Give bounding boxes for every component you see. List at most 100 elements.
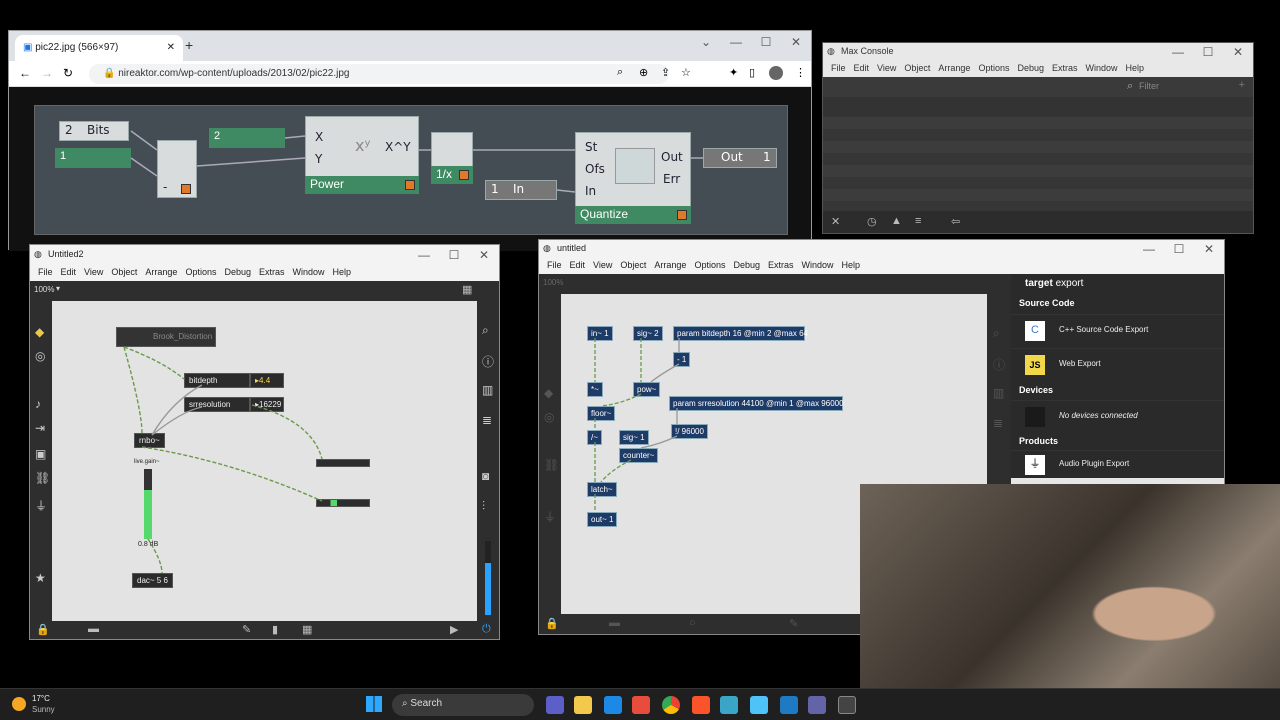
menu-options[interactable]: Options — [978, 63, 1009, 73]
menu-file[interactable]: File — [831, 63, 846, 73]
wrench-icon[interactable]: ✎ — [242, 623, 251, 636]
menu-debug[interactable]: Debug — [224, 267, 251, 277]
search-icon[interactable]: ⌕ — [617, 66, 623, 79]
notepad-icon[interactable] — [750, 696, 768, 714]
browser-tab[interactable]: ▣ pic22.jpg (566×97) ✕ — [15, 35, 183, 61]
present-icon[interactable]: ▬ — [88, 623, 99, 635]
warning-icon[interactable]: ▲ — [891, 215, 902, 227]
target-icon[interactable]: ◎ — [544, 410, 554, 424]
menu-extras[interactable]: Extras — [768, 260, 794, 270]
add-icon[interactable]: + — [1239, 79, 1245, 91]
new-tab-icon[interactable]: + — [185, 37, 193, 53]
menu-extras[interactable]: Extras — [259, 267, 285, 277]
max-icon[interactable] — [838, 696, 856, 714]
info-icon[interactable]: ⓘ — [482, 353, 494, 370]
menu-edit[interactable]: Edit — [61, 267, 77, 277]
sidepanel-icon[interactable]: ▯ — [749, 66, 755, 79]
menu-options[interactable]: Options — [694, 260, 725, 270]
menu-options[interactable]: Options — [185, 267, 216, 277]
minimize-icon[interactable]: — — [721, 35, 751, 49]
faust-icon[interactable] — [720, 696, 738, 714]
reload-icon[interactable]: ↻ — [63, 66, 73, 80]
arrow-left-icon[interactable]: ⇦ — [951, 215, 960, 228]
info-icon[interactable]: ⓘ — [993, 356, 1005, 373]
menu-extras[interactable]: Extras — [1052, 63, 1078, 73]
maximize-icon[interactable]: ☐ — [751, 35, 781, 49]
menu-file[interactable]: File — [38, 267, 53, 277]
close-icon[interactable]: ✕ — [781, 35, 811, 49]
weather-temp[interactable]: 17°C — [32, 694, 50, 703]
menu-arrange[interactable]: Arrange — [145, 267, 177, 277]
mixer-icon[interactable]: ⫶ — [482, 499, 485, 514]
search-icon[interactable]: ⌕ — [993, 326, 1000, 341]
taskbar-search[interactable]: ⌕ Search — [392, 694, 534, 716]
share-icon[interactable]: ⇪ — [661, 66, 670, 79]
url-field[interactable]: 🔒 nireaktor.com/wp-content/uploads/2013/… — [89, 64, 669, 84]
music-icon[interactable]: ♪ — [35, 397, 41, 411]
menu-help[interactable]: Help — [333, 267, 352, 277]
list-icon[interactable]: ≣ — [482, 413, 492, 427]
brave-icon[interactable] — [692, 696, 710, 714]
mail-icon[interactable] — [604, 696, 622, 714]
link-icon[interactable]: ⛓ — [544, 458, 559, 472]
app-icon[interactable] — [632, 696, 650, 714]
plug-icon[interactable]: ⏚ — [35, 497, 47, 514]
maximize-icon[interactable]: ☐ — [1193, 45, 1223, 59]
web-export-item[interactable]: JS Web Export — [1011, 348, 1224, 380]
cpp-export-item[interactable]: C C++ Source Code Export — [1011, 314, 1224, 346]
untitled2-canvas[interactable]: Brook_Distortion bitdepth ▸4.4 srresolut… — [52, 301, 477, 621]
teams-icon[interactable] — [808, 696, 826, 714]
circle-icon[interactable]: ○ — [689, 617, 696, 629]
plug-icon[interactable]: ⏚ — [544, 508, 556, 525]
extension-icon[interactable]: ✦ — [729, 66, 738, 79]
menu-arrange[interactable]: Arrange — [654, 260, 686, 270]
menu-view[interactable]: View — [877, 63, 896, 73]
menu-object[interactable]: Object — [111, 267, 137, 277]
camera-icon[interactable]: ◙ — [482, 469, 489, 483]
star-icon[interactable]: ☆ — [681, 66, 691, 79]
maximize-icon[interactable]: ☐ — [1164, 242, 1194, 256]
book-icon[interactable]: ▥ — [993, 386, 1004, 400]
menu-arrange[interactable]: Arrange — [938, 63, 970, 73]
menu-edit[interactable]: Edit — [570, 260, 586, 270]
book-icon[interactable]: ▥ — [482, 383, 493, 397]
play-icon[interactable]: ▶ — [450, 623, 458, 636]
avatar[interactable] — [769, 66, 783, 80]
grid-icon[interactable]: ▦ — [462, 283, 472, 296]
lock-icon[interactable]: 🔒 — [545, 617, 559, 630]
list-icon[interactable]: ≣ — [993, 416, 1003, 430]
close-icon[interactable]: ✕ — [469, 248, 499, 262]
wrench-icon[interactable]: ✎ — [789, 617, 798, 630]
menu-debug[interactable]: Debug — [1017, 63, 1044, 73]
minimize-icon[interactable]: — — [1163, 45, 1193, 59]
objects-icon[interactable]: ◆ — [35, 325, 44, 339]
menu-object[interactable]: Object — [620, 260, 646, 270]
minimize-icon[interactable]: — — [1134, 242, 1164, 256]
search-icon[interactable]: ⌕ — [482, 323, 489, 338]
dropdown-icon[interactable]: ⌄ — [691, 35, 721, 49]
maximize-icon[interactable]: ☐ — [439, 248, 469, 262]
audio-plugin-export-item[interactable]: ⏚ Audio Plugin Export — [1011, 450, 1224, 478]
clear-icon[interactable]: ✕ — [831, 215, 840, 228]
minimize-icon[interactable]: — — [409, 248, 439, 262]
clock-icon[interactable]: ◷ — [867, 215, 877, 228]
zoom-icon[interactable]: ⊕ — [639, 66, 648, 79]
star-icon[interactable]: ★ — [35, 571, 46, 585]
menu-window[interactable]: Window — [802, 260, 834, 270]
io-icon[interactable]: ⇥ — [35, 421, 45, 435]
forward-icon[interactable]: → — [41, 66, 53, 80]
lock-icon[interactable]: 🔒 — [36, 623, 50, 636]
menu-debug[interactable]: Debug — [733, 260, 760, 270]
image-icon[interactable]: ▣ — [35, 447, 46, 461]
start-icon[interactable] — [366, 696, 382, 712]
menu-window[interactable]: Window — [293, 267, 325, 277]
piano-icon[interactable]: ▮ — [272, 623, 278, 636]
explorer-icon[interactable] — [574, 696, 592, 714]
close-icon[interactable]: ✕ — [1223, 45, 1253, 59]
power-icon[interactable]: ⏻ — [482, 623, 491, 636]
menu-icon[interactable]: ⋮ — [795, 66, 806, 79]
menu-view[interactable]: View — [593, 260, 612, 270]
target-icon[interactable]: ◎ — [35, 349, 45, 363]
menu-help[interactable]: Help — [842, 260, 861, 270]
menu-window[interactable]: Window — [1086, 63, 1118, 73]
